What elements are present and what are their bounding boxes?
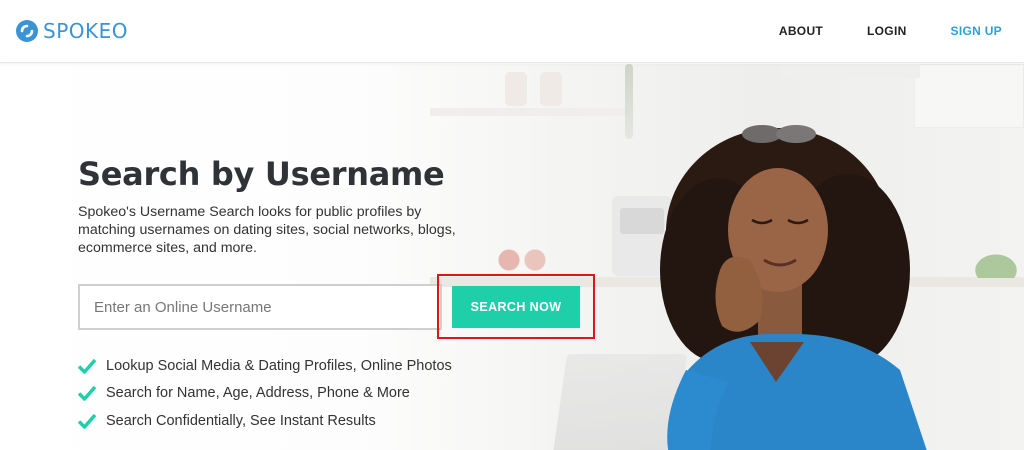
nav-signup-link[interactable]: SIGN UP bbox=[951, 24, 1002, 38]
top-nav: ABOUT LOGIN SIGN UP bbox=[735, 24, 1002, 38]
brand-name: SPOKEO bbox=[43, 19, 128, 43]
spokeo-logo-icon bbox=[16, 20, 38, 42]
site-header: SPOKEO ABOUT LOGIN SIGN UP bbox=[0, 0, 1024, 63]
background-fruit bbox=[497, 246, 557, 274]
hero-section: Search by Username Spokeo's Username Sea… bbox=[0, 64, 1024, 450]
check-icon bbox=[78, 358, 96, 374]
list-item: Search Confidentially, See Instant Resul… bbox=[78, 407, 452, 435]
feature-text: Search for Name, Age, Address, Phone & M… bbox=[106, 385, 410, 402]
background-shelf bbox=[430, 108, 630, 116]
list-item: Lookup Social Media & Dating Profiles, O… bbox=[78, 352, 452, 380]
background-jar bbox=[505, 72, 527, 106]
list-item: Search for Name, Age, Address, Phone & M… bbox=[78, 380, 452, 408]
username-search-input[interactable] bbox=[78, 284, 442, 330]
page-title: Search by Username bbox=[78, 155, 445, 193]
feature-list: Lookup Social Media & Dating Profiles, O… bbox=[78, 352, 452, 435]
page-description: Spokeo's Username Search looks for publi… bbox=[78, 204, 456, 256]
feature-text: Search Confidentially, See Instant Resul… bbox=[106, 412, 376, 429]
check-icon bbox=[78, 413, 96, 429]
nav-login-link[interactable]: LOGIN bbox=[867, 24, 907, 38]
background-cabinet bbox=[914, 64, 1024, 128]
hero-person-image bbox=[660, 125, 927, 450]
nav-about-link[interactable]: ABOUT bbox=[779, 24, 823, 38]
feature-text: Lookup Social Media & Dating Profiles, O… bbox=[106, 357, 452, 374]
check-icon bbox=[78, 386, 96, 401]
background-hood bbox=[780, 64, 920, 78]
search-now-button[interactable]: SEARCH NOW bbox=[452, 286, 580, 328]
spokeo-logo[interactable]: SPOKEO bbox=[15, 19, 128, 43]
background-jar bbox=[540, 72, 562, 106]
